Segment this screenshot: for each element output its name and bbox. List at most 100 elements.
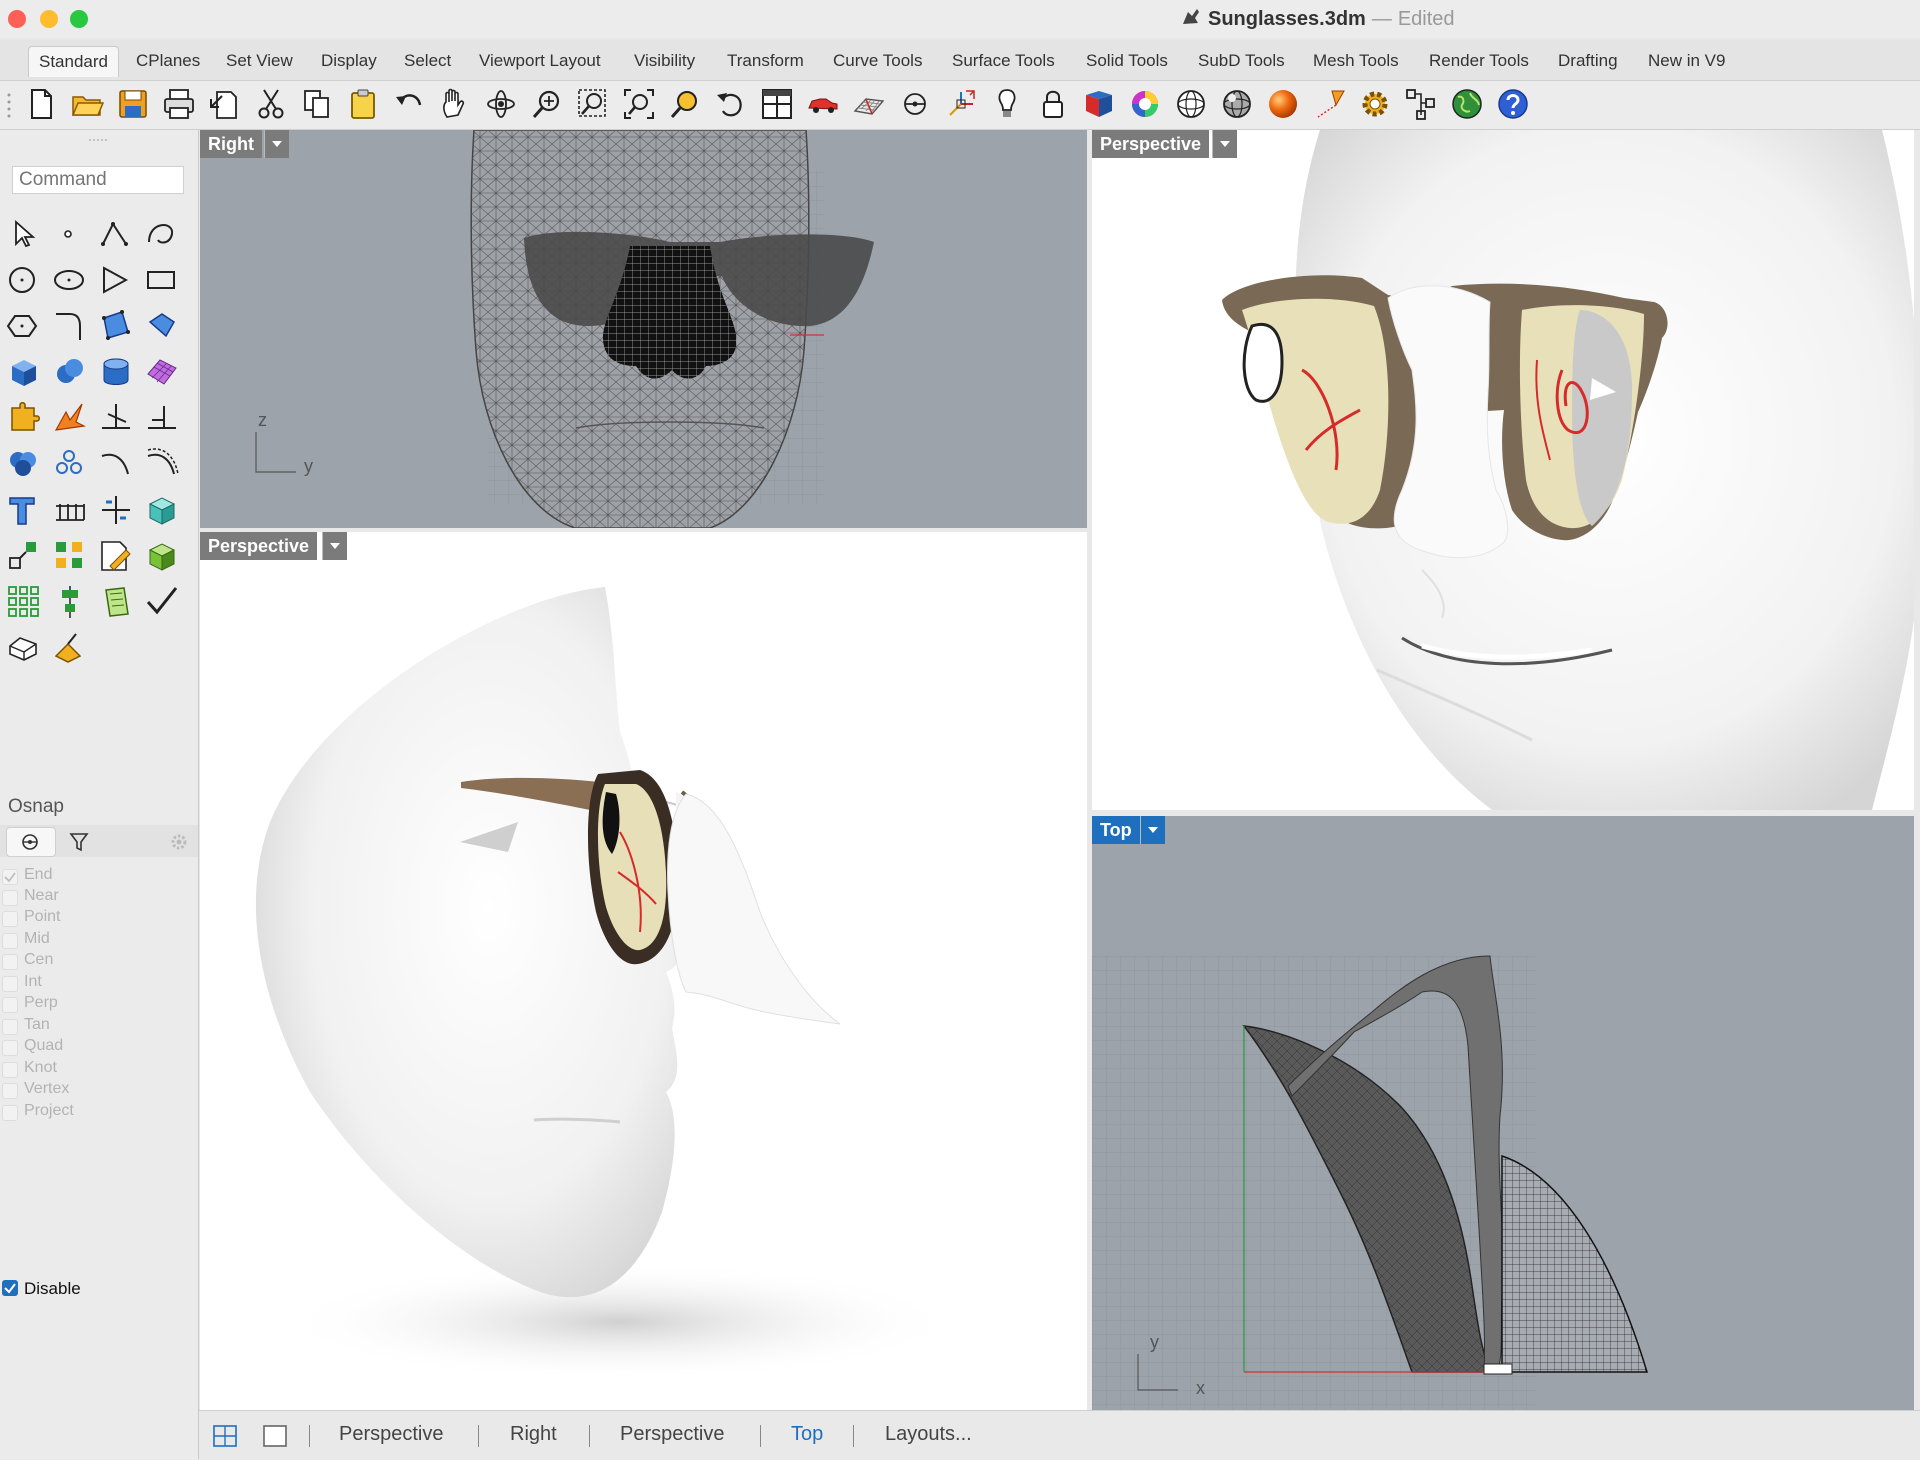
ellipse-icon[interactable]	[52, 262, 88, 298]
dimension-icon[interactable]	[52, 492, 88, 528]
zoom-window-icon[interactable]	[576, 87, 610, 121]
osnap-gear-icon[interactable]	[170, 833, 188, 851]
tab-new-in-v9[interactable]: New in V9	[1638, 46, 1735, 76]
cube-icon[interactable]	[144, 492, 180, 528]
sphere-icon[interactable]	[52, 354, 88, 390]
osnap-vertex-checkbox[interactable]	[2, 1083, 18, 1099]
copy-icon[interactable]	[300, 87, 334, 121]
close-window-button[interactable]	[8, 10, 26, 28]
osnap-tab-snaps[interactable]	[6, 827, 56, 857]
osnap-near-checkbox[interactable]	[2, 890, 18, 906]
align-icon[interactable]	[52, 584, 88, 620]
osnap-end-checkbox[interactable]	[2, 869, 18, 885]
viewport-right[interactable]: Right z y	[200, 130, 1087, 528]
wireframe-sphere-icon[interactable]	[1174, 87, 1208, 121]
bottom-tab-perspective-1[interactable]: Perspective	[339, 1423, 444, 1446]
group-icon[interactable]	[52, 538, 88, 574]
circle-icon[interactable]	[6, 262, 42, 298]
split-icon[interactable]	[98, 400, 134, 436]
paste-icon[interactable]	[346, 87, 380, 121]
cylinder-icon[interactable]	[98, 354, 134, 390]
solid-icon[interactable]	[6, 630, 42, 666]
trim-icon[interactable]	[144, 400, 180, 436]
disable-checkbox[interactable]	[2, 1280, 18, 1296]
viewport-perspective-big-label[interactable]: Perspective	[1092, 130, 1210, 158]
polyline-icon[interactable]	[98, 216, 134, 252]
viewport-perspective-big[interactable]: Perspective	[1092, 130, 1914, 810]
tab-solid-tools[interactable]: Solid Tools	[1076, 46, 1178, 76]
viewport-top-menu-button[interactable]	[1140, 816, 1165, 844]
undo-icon[interactable]	[392, 87, 426, 121]
car-render-icon[interactable]	[806, 87, 840, 121]
bottom-tab-top[interactable]: Top	[791, 1423, 823, 1446]
tab-cplanes[interactable]: CPlanes	[126, 46, 210, 76]
zoom-window-button[interactable]	[70, 10, 88, 28]
bottom-tab-right[interactable]: Right	[510, 1423, 557, 1446]
polygon-icon[interactable]	[98, 262, 134, 298]
gear-settings-icon[interactable]	[1358, 87, 1392, 121]
osnap-cen-checkbox[interactable]	[2, 954, 18, 970]
viewport-perspective-small[interactable]: Perspective	[200, 532, 1087, 1410]
rendered-sphere-icon[interactable]	[1266, 87, 1300, 121]
osnap-knot-checkbox[interactable]	[2, 1062, 18, 1078]
cut-icon[interactable]	[254, 87, 288, 121]
spotlight-icon[interactable]	[1312, 87, 1346, 121]
viewport-perspective-big-menu-button[interactable]	[1212, 130, 1237, 158]
lock-icon[interactable]	[1036, 87, 1070, 121]
layer-icon[interactable]	[1082, 87, 1116, 121]
block-icon[interactable]	[144, 538, 180, 574]
osnap-int-checkbox[interactable]	[2, 976, 18, 992]
osnap-perp-checkbox[interactable]	[2, 997, 18, 1013]
viewport-perspective-small-menu-button[interactable]	[322, 532, 347, 560]
shaded-sphere-icon[interactable]	[1220, 87, 1254, 121]
minimize-window-button[interactable]	[40, 10, 58, 28]
circles-icon[interactable]	[52, 446, 88, 482]
layer-edit-icon[interactable]	[98, 538, 134, 574]
tab-subd-tools[interactable]: SubD Tools	[1188, 46, 1295, 76]
explode-icon[interactable]	[52, 400, 88, 436]
tab-visibility[interactable]: Visibility	[624, 46, 705, 76]
box-icon[interactable]	[6, 354, 42, 390]
print-icon[interactable]	[162, 87, 196, 121]
osnap-tan-checkbox[interactable]	[2, 1019, 18, 1035]
bottom-tab-layouts[interactable]: Layouts...	[885, 1423, 972, 1446]
tab-transform[interactable]: Transform	[717, 46, 814, 76]
single-view-layout-icon[interactable]	[263, 1425, 287, 1447]
filter-icon[interactable]	[68, 831, 90, 853]
properties-icon[interactable]	[1404, 87, 1438, 121]
open-folder-icon[interactable]	[70, 87, 104, 121]
tab-drafting[interactable]: Drafting	[1548, 46, 1628, 76]
four-view-layout-icon[interactable]	[213, 1425, 237, 1447]
puzzle-icon[interactable]	[6, 400, 42, 436]
save-icon[interactable]	[116, 87, 150, 121]
light-icon[interactable]	[990, 87, 1024, 121]
viewport-top[interactable]: Top y x	[1092, 816, 1914, 1410]
osnap-point-checkbox[interactable]	[2, 911, 18, 927]
scale-icon[interactable]	[6, 538, 42, 574]
undo-view-icon[interactable]	[714, 87, 748, 121]
rectangle-icon[interactable]	[144, 262, 180, 298]
osnap-mid-checkbox[interactable]	[2, 933, 18, 949]
import-icon[interactable]	[208, 87, 242, 121]
command-input[interactable]	[12, 166, 184, 194]
point-icon[interactable]	[52, 216, 88, 252]
select-arrow-icon[interactable]	[6, 216, 42, 252]
mesh-plane-icon[interactable]	[144, 354, 180, 390]
viewport-perspective-small-label[interactable]: Perspective	[200, 532, 318, 560]
viewport-right-menu-button[interactable]	[264, 130, 289, 158]
hexagon-icon[interactable]	[6, 308, 42, 344]
globe-icon[interactable]	[1450, 87, 1484, 121]
osnap-quad-checkbox[interactable]	[2, 1040, 18, 1056]
offset-icon[interactable]	[144, 446, 180, 482]
viewport-top-label[interactable]: Top	[1092, 816, 1140, 844]
bottom-tab-perspective-2[interactable]: Perspective	[620, 1423, 725, 1446]
tab-display[interactable]: Display	[311, 46, 387, 76]
tab-curve-tools[interactable]: Curve Tools	[823, 46, 932, 76]
arc-icon[interactable]	[98, 446, 134, 482]
viewport-right-label[interactable]: Right	[200, 130, 262, 158]
color-wheel-icon[interactable]	[1128, 87, 1162, 121]
surface-icon[interactable]	[98, 308, 134, 344]
four-viewports-icon[interactable]	[760, 87, 794, 121]
new-file-icon[interactable]	[24, 87, 58, 121]
fillet-icon[interactable]	[52, 308, 88, 344]
